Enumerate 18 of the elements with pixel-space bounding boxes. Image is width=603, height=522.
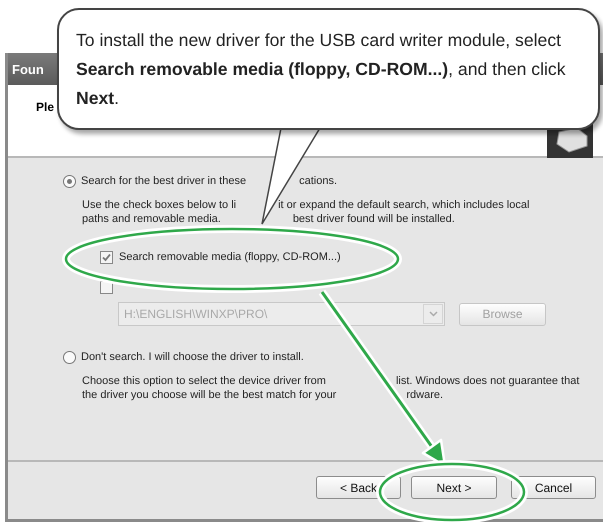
description-text: rdware. xyxy=(406,389,444,401)
description-text: paths and removable media. xyxy=(82,213,221,225)
option-label: Search for the best driver in these xyxy=(81,175,246,187)
description-text: it or expand the default search, which includes local xyxy=(278,199,530,211)
description-text: the driver you choose will be the best match for your xyxy=(82,389,336,401)
header-text: Ple xyxy=(36,100,54,116)
checkbox[interactable] xyxy=(100,250,113,264)
checkbox-label: Search removable media (floppy, CD-ROM...) xyxy=(119,251,341,263)
option-label: Don't search. I will choose the driver to install. xyxy=(81,351,304,363)
description-text: Use the check boxes below to li xyxy=(82,199,236,211)
dialog-button[interactable]: Next > xyxy=(411,476,497,499)
description-text: Choose this option to select the device driver from xyxy=(82,375,326,387)
option-label: cations. xyxy=(299,175,338,187)
radio-button[interactable] xyxy=(63,350,76,364)
description-text: best driver found will be installed. xyxy=(292,213,455,225)
description-text: list. Windows does not guarantee that xyxy=(396,375,580,387)
chevron-down-icon xyxy=(428,311,438,317)
radio-button[interactable] xyxy=(63,174,76,188)
